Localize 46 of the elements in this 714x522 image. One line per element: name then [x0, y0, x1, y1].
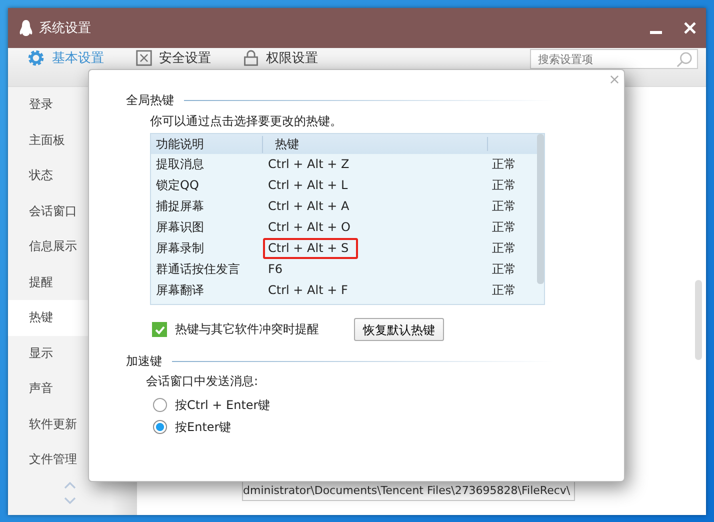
radio-button[interactable]: [153, 398, 167, 412]
table-cell-text: 正常: [491, 261, 517, 278]
table-cell-text: 正常: [491, 177, 517, 194]
table-cell[interactable]: 屏幕录制: [151, 240, 263, 257]
table-cell[interactable]: Ctrl + Alt + A: [263, 196, 488, 217]
table-cell[interactable]: Ctrl + Alt + Z: [263, 154, 488, 175]
search-icon: [676, 51, 693, 68]
checkbox[interactable]: [152, 322, 167, 337]
restore-defaults-button[interactable]: 恢复默认热键: [354, 318, 444, 341]
table-cell-text: 正常: [491, 240, 517, 257]
hint-text: 你可以通过点击选择要更改的热键。: [150, 113, 343, 130]
section-heading: 全局热键: [126, 92, 174, 109]
chevron-down-icon[interactable]: [64, 496, 76, 504]
table-cell-text: 正常: [491, 156, 517, 173]
settings-tab[interactable]: 安全设置: [136, 49, 211, 66]
section-heading: 加速键: [126, 353, 162, 370]
table-cell[interactable]: 锁定QQ: [151, 177, 263, 194]
chevron-up-icon[interactable]: [64, 482, 76, 488]
table-cell-text: 正常: [491, 282, 517, 299]
table-cell[interactable]: F6: [263, 259, 488, 280]
table-cell[interactable]: Ctrl + Alt + L: [263, 175, 488, 196]
radio-label: 按Enter键: [175, 418, 232, 436]
table-cell[interactable]: Ctrl + Alt + O: [263, 217, 488, 238]
search-field[interactable]: 搜索设置项: [530, 49, 698, 69]
table-cell[interactable]: Ctrl + Alt + S: [263, 238, 358, 259]
lock-icon: [243, 50, 259, 66]
table-cell[interactable]: 捕捉屏幕: [151, 198, 263, 215]
checkbox-label: 热键与其它软件冲突时提醒: [175, 321, 319, 338]
table-cell[interactable]: 群通话按住发言: [151, 261, 263, 278]
table-cell[interactable]: 提取消息: [151, 156, 263, 173]
table-cell-text: 正常: [491, 198, 517, 215]
window-title: 系统设置: [39, 20, 91, 37]
radio-label: 按Ctrl + Enter键: [175, 396, 270, 414]
prompt-text: 会话窗口中发送消息:: [146, 373, 260, 390]
table-cell[interactable]: 屏幕识图: [151, 219, 263, 236]
table-cell[interactable]: 屏幕翻译: [151, 282, 263, 299]
penguin-icon: [19, 19, 33, 37]
column-header[interactable]: 功能说明: [151, 136, 263, 152]
table-cell[interactable]: Ctrl + Alt + F: [263, 280, 488, 301]
settings-tab[interactable]: 权限设置: [243, 49, 318, 66]
radio-button[interactable]: [153, 420, 167, 434]
scrollbar-thumb[interactable]: [695, 280, 702, 360]
gear-icon: [27, 48, 45, 66]
scrollbar-thumb[interactable]: [537, 134, 544, 284]
table-cell-text: 正常: [491, 219, 517, 236]
column-header[interactable]: 热键: [263, 137, 488, 151]
